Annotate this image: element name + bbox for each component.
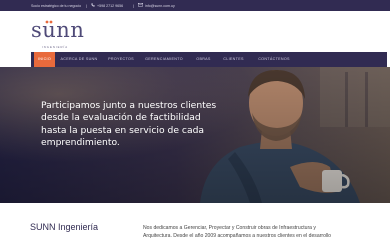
logo-word: sunn (31, 18, 85, 42)
nav-item-proyectos[interactable]: PROYECTOS (105, 52, 137, 67)
logo-subtitle: INGENIERÍA (42, 45, 69, 49)
nav-item-contactenos[interactable]: CONTÁCTENOS (253, 52, 295, 67)
main-nav: INICIO ACERCA DE SUNN PROYECTOS GERENCIA… (31, 52, 387, 67)
tagline: Socio estratégico de tu negocio (31, 3, 82, 8)
phone-link[interactable]: +598 2712 9656 (97, 4, 123, 8)
nav-item-clientes[interactable]: CLIENTES (219, 52, 248, 67)
separator: | (133, 3, 134, 8)
hero-banner: Participamos junto a nuestros clientes d… (0, 67, 390, 203)
logo-dots-icon (45, 20, 52, 24)
logo[interactable]: sunn INGENIERÍA (31, 18, 91, 50)
section-text: Nos dedicamos a Gerenciar, Proyectar y C… (143, 225, 332, 239)
phone-icon (91, 3, 95, 7)
separator: | (86, 3, 87, 8)
top-bar: Socio estratégico de tu negocio | +598 2… (0, 0, 390, 11)
nav-item-obras[interactable]: OBRAS (191, 52, 216, 67)
nav-item-acerca[interactable]: ACERCA DE SUNN (58, 52, 100, 67)
section-title: SUNN Ingeniería (30, 222, 99, 232)
mail-icon (138, 3, 143, 7)
email-link[interactable]: info@sunn.com.uy (145, 4, 175, 8)
hero-headline: Participamos junto a nuestros clientes d… (41, 100, 217, 148)
nav-item-inicio[interactable]: INICIO (34, 52, 55, 67)
nav-item-gerenciamiento[interactable]: GERENCIAMIENTO (141, 52, 187, 67)
